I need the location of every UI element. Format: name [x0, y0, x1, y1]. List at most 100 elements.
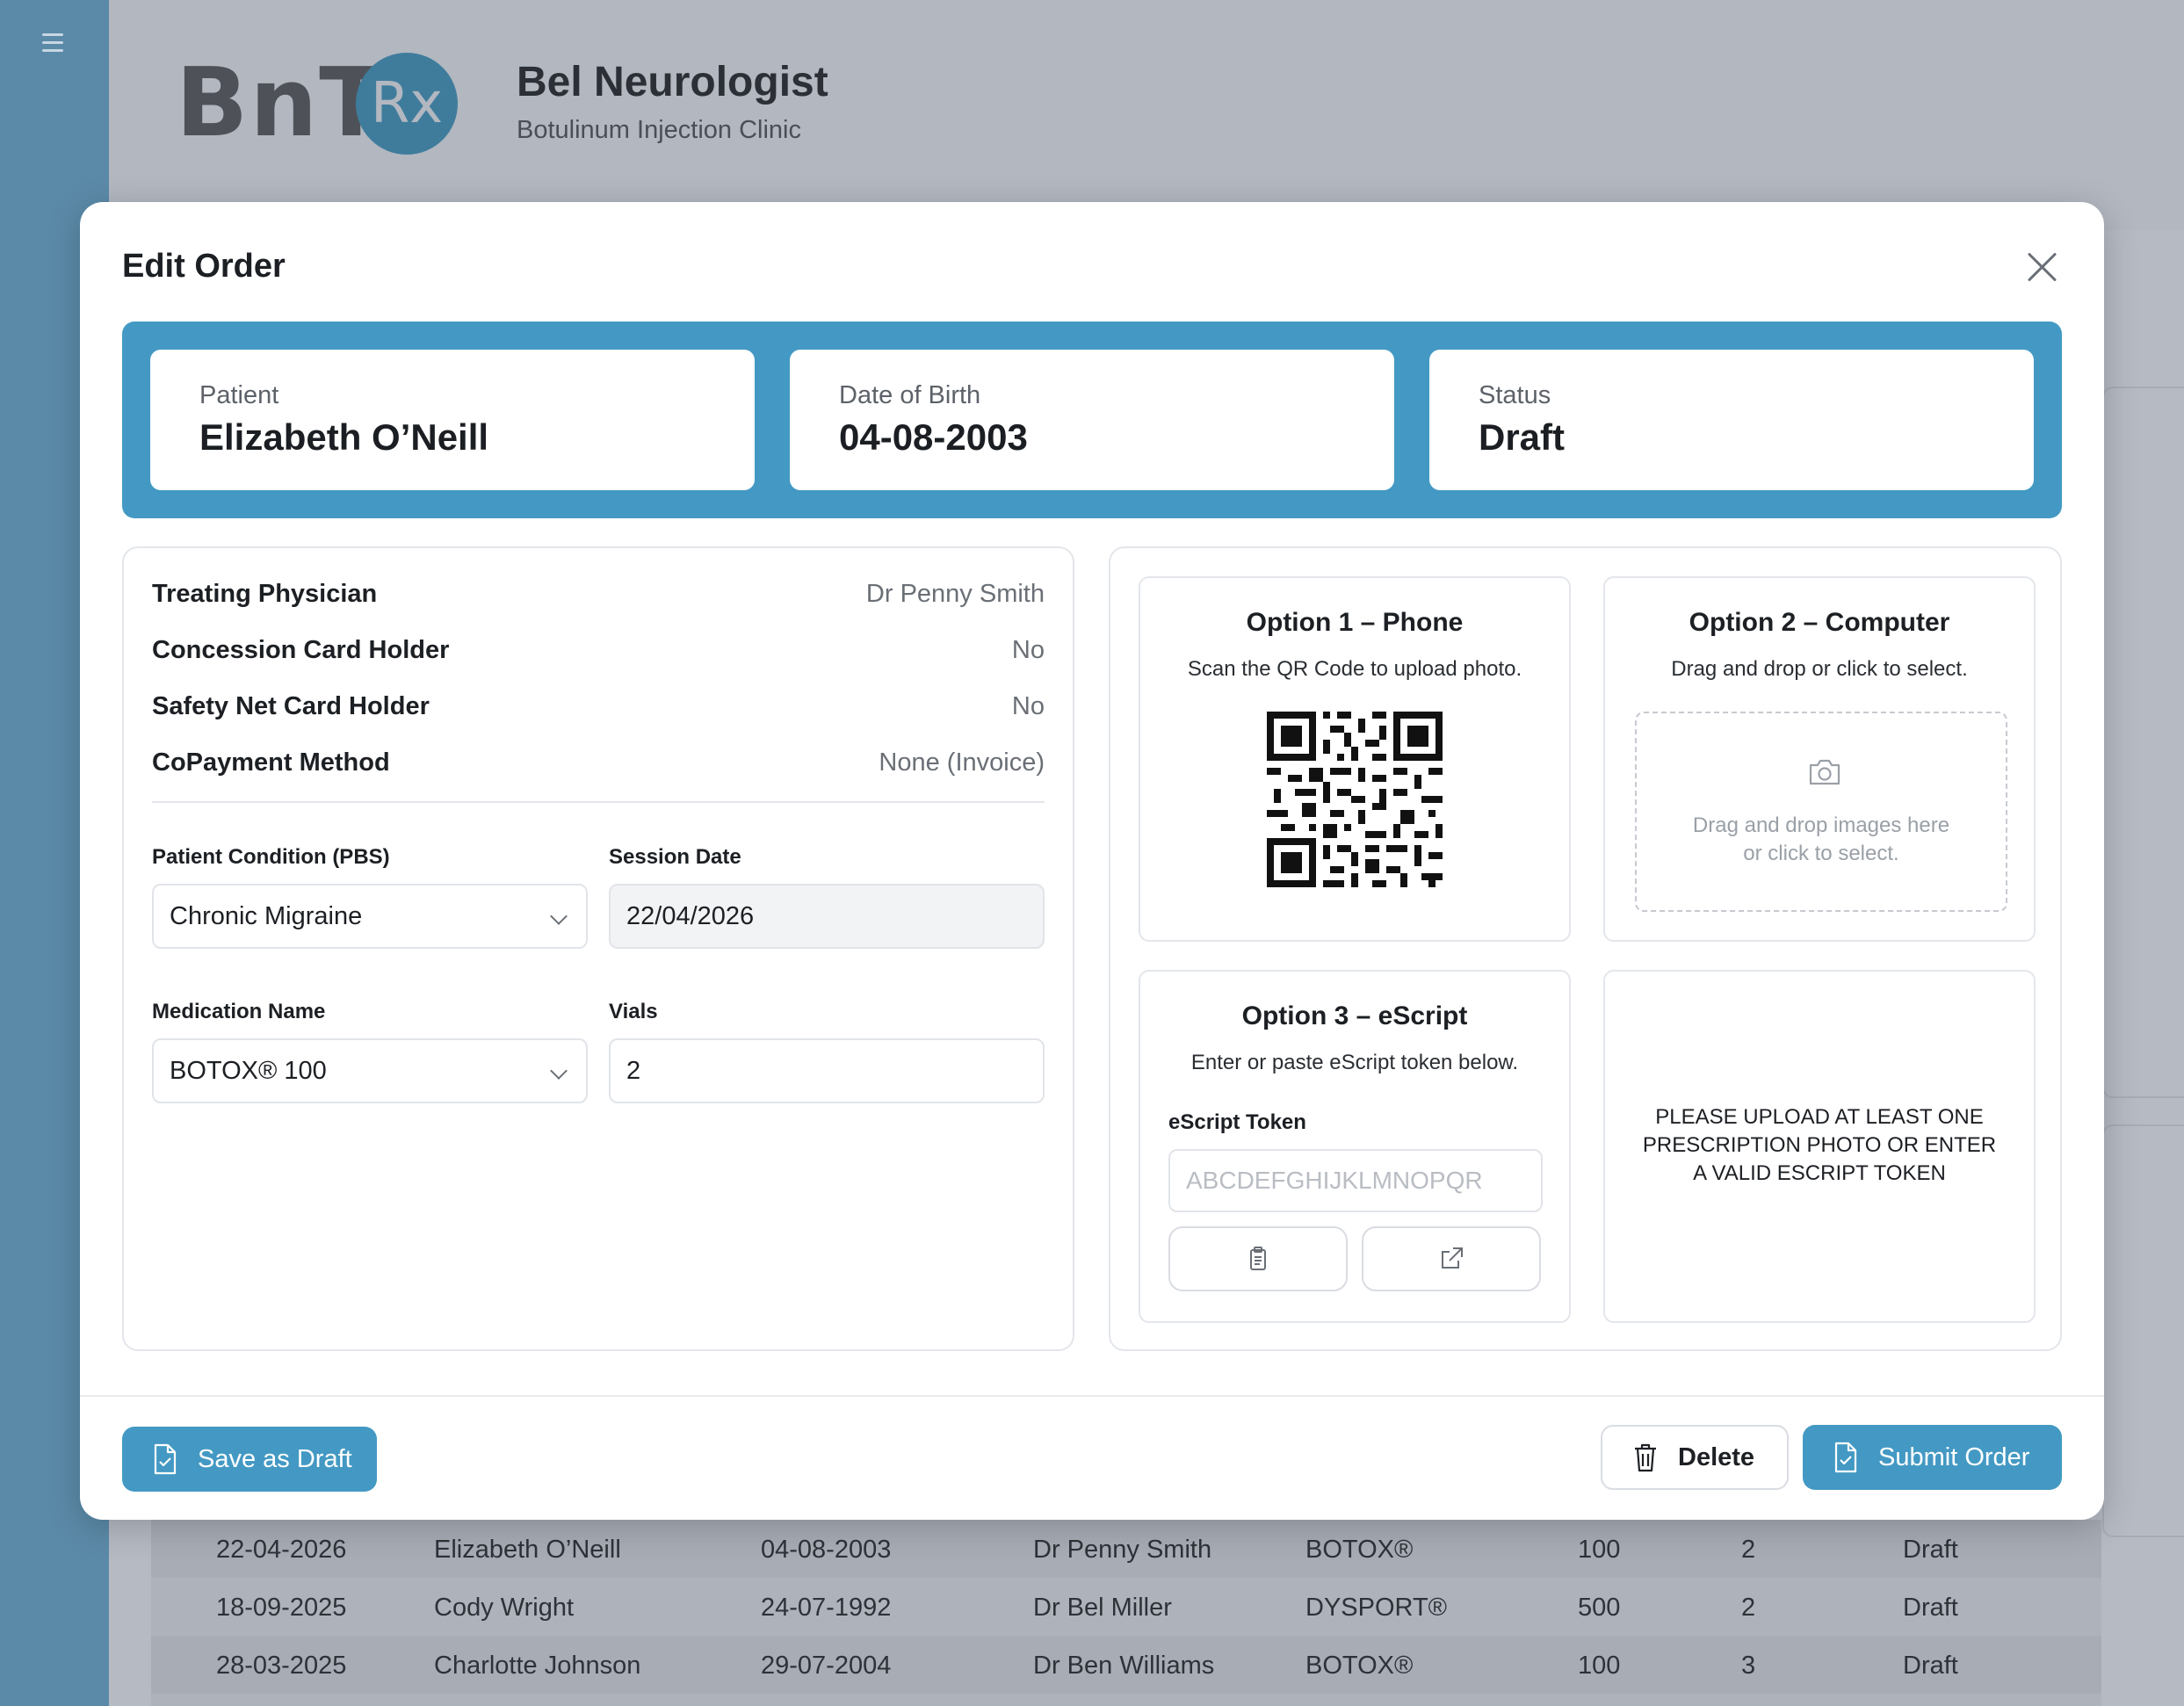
file-check-icon [1834, 1442, 1857, 1473]
detail-row-concession: Concession Card Holder No [152, 636, 1045, 671]
table-cell: 29-07-2004 [761, 1652, 892, 1680]
image-dropzone[interactable]: Drag and drop images here or click to se… [1635, 712, 2007, 912]
table-cell: Elizabeth O’Neill [434, 1536, 621, 1564]
chevron-down-icon [550, 907, 568, 925]
session-date-value: 22/04/2026 [626, 901, 755, 930]
paste-button[interactable] [1168, 1226, 1348, 1291]
delete-button[interactable]: Delete [1601, 1425, 1789, 1490]
status-card: Status Draft [1429, 350, 2034, 490]
escript-token-label: eScript Token [1168, 1110, 1306, 1134]
table-cell: 100 [1578, 1536, 1621, 1564]
table-cell: 2 [1741, 1594, 1756, 1622]
dob-label: Date of Birth [839, 381, 981, 409]
medication-value: BOTOX® 100 [170, 1056, 327, 1085]
patient-card: Patient Elizabeth O’Neill [150, 350, 755, 490]
table-row[interactable]: 28-03-2025 Charlotte Johnson 29-07-2004 … [151, 1636, 2101, 1694]
option-computer-subtitle: Drag and drop or click to select. [1671, 657, 1968, 681]
option-phone-subtitle: Scan the QR Code to upload photo. [1187, 657, 1522, 681]
table-row[interactable]: 22-04-2026 Elizabeth O’Neill 04-08-2003 … [151, 1520, 2101, 1578]
submit-order-label: Submit Order [1878, 1442, 2030, 1471]
delete-label: Delete [1678, 1442, 1755, 1471]
detail-row-copayment: CoPayment Method None (Invoice) [152, 748, 1045, 784]
divider [152, 801, 1045, 803]
table-row[interactable]: 18-09-2025 Cody Wright 24-07-1992 Dr Bel… [151, 1578, 2101, 1636]
detail-key: CoPayment Method [152, 748, 390, 777]
dob-card: Date of Birth 04-08-2003 [790, 350, 1394, 490]
upload-notice: Please upload at least one prescription … [1642, 1105, 1997, 1185]
option-phone-card: Option 1 – Phone Scan the QR Code to upl… [1139, 576, 1571, 942]
table-cell: 500 [1578, 1594, 1621, 1622]
table-cell: 3 [1741, 1652, 1756, 1680]
orders-table: 22-04-2026 Elizabeth O’Neill 04-08-2003 … [151, 1520, 2101, 1706]
table-cell: BOTOX® [1305, 1652, 1414, 1680]
detail-key: Treating Physician [152, 580, 378, 608]
option-computer-card: Option 2 – Computer Drag and drop or cli… [1603, 576, 2036, 942]
detail-value: None (Invoice) [879, 748, 1045, 777]
table-cell: Draft [1903, 1652, 1958, 1680]
order-details-panel: Treating Physician Dr Penny Smith Conces… [122, 546, 1074, 1351]
option-escript-card: Option 3 – eScript Enter or paste eScrip… [1139, 970, 1571, 1323]
background-card [2102, 1124, 2184, 1537]
detail-value: Dr Penny Smith [865, 580, 1045, 608]
qr-code-icon [1267, 712, 1443, 887]
option-escript-subtitle: Enter or paste eScript token below. [1190, 1051, 1519, 1074]
escript-token-input[interactable] [1168, 1149, 1543, 1212]
table-cell: Draft [1903, 1594, 1958, 1622]
table-cell: 24-07-1992 [761, 1594, 892, 1622]
file-check-icon [154, 1443, 177, 1475]
table-cell: Dr Penny Smith [1033, 1536, 1212, 1564]
save-draft-button[interactable]: Save as Draft [122, 1427, 377, 1492]
table-cell: Dr Ben Williams [1033, 1652, 1215, 1680]
table-cell: Dr Bel Miller [1033, 1594, 1172, 1622]
clinic-subtitle: Botulinum Injection Clinic [517, 116, 801, 144]
background-card [2102, 387, 2184, 1098]
table-cell: DYSPORT® [1305, 1594, 1448, 1622]
upload-notice-card: Please upload at least one prescription … [1603, 970, 2036, 1323]
session-date-label: Session Date [609, 845, 741, 869]
medication-select[interactable]: BOTOX® 100 [152, 1038, 588, 1103]
table-cell: Draft [1903, 1536, 1958, 1564]
table-cell: 22-04-2026 [216, 1536, 347, 1564]
detail-value: No [1011, 636, 1045, 664]
table-cell: Charlotte Johnson [434, 1652, 641, 1680]
condition-select[interactable]: Chronic Migraine [152, 884, 588, 949]
detail-key: Concession Card Holder [152, 636, 450, 664]
save-draft-label: Save as Draft [198, 1444, 352, 1473]
table-cell: 2 [1741, 1536, 1756, 1564]
table-cell: 100 [1578, 1652, 1621, 1680]
modal-title: Edit Order [122, 248, 286, 285]
table-cell: 28-03-2025 [216, 1652, 347, 1680]
status-label: Status [1479, 381, 1551, 409]
detail-key: Safety Net Card Holder [152, 692, 430, 720]
detail-row-physician: Treating Physician Dr Penny Smith [152, 580, 1045, 615]
dob-value: 04-08-2003 [839, 416, 1028, 458]
logo: BnT Rx [176, 51, 466, 156]
patient-summary-band: Patient Elizabeth O’Neill Date of Birth … [122, 322, 2062, 518]
table-cell: BOTOX® [1305, 1536, 1414, 1564]
dropzone-line: or click to select. [1743, 842, 1899, 865]
table-cell: 04-08-2003 [761, 1536, 892, 1564]
vials-input[interactable]: 2 [609, 1038, 1045, 1103]
chevron-down-icon [550, 1062, 568, 1080]
option-phone-title: Option 1 – Phone [1246, 608, 1464, 637]
dropzone-line: Drag and drop images here [1692, 813, 1950, 837]
vials-value: 2 [626, 1056, 641, 1085]
clipboard-icon [1250, 1247, 1266, 1270]
status-value: Draft [1479, 416, 1566, 458]
condition-value: Chronic Migraine [170, 901, 363, 930]
vials-label: Vials [609, 1000, 658, 1023]
patient-name: Elizabeth O’Neill [199, 416, 489, 458]
session-date-field: 22/04/2026 [609, 884, 1045, 949]
edit-order-modal: Edit Order Patient Elizabeth O’Neill Dat… [80, 202, 2104, 1520]
dropzone-text: Drag and drop images here or click to se… [1637, 812, 2006, 868]
open-escript-button[interactable] [1362, 1226, 1541, 1291]
logo-text: BnT [176, 48, 386, 158]
menu-icon[interactable] [42, 33, 63, 53]
detail-value: No [1011, 692, 1045, 720]
patient-label: Patient [199, 381, 279, 409]
table-cell: 18-09-2025 [216, 1594, 347, 1622]
prescription-panel: Option 1 – Phone Scan the QR Code to upl… [1109, 546, 2062, 1351]
close-icon[interactable] [2027, 251, 2058, 283]
submit-order-button[interactable]: Submit Order [1803, 1425, 2062, 1490]
option-escript-title: Option 3 – eScript [1241, 1001, 1468, 1030]
